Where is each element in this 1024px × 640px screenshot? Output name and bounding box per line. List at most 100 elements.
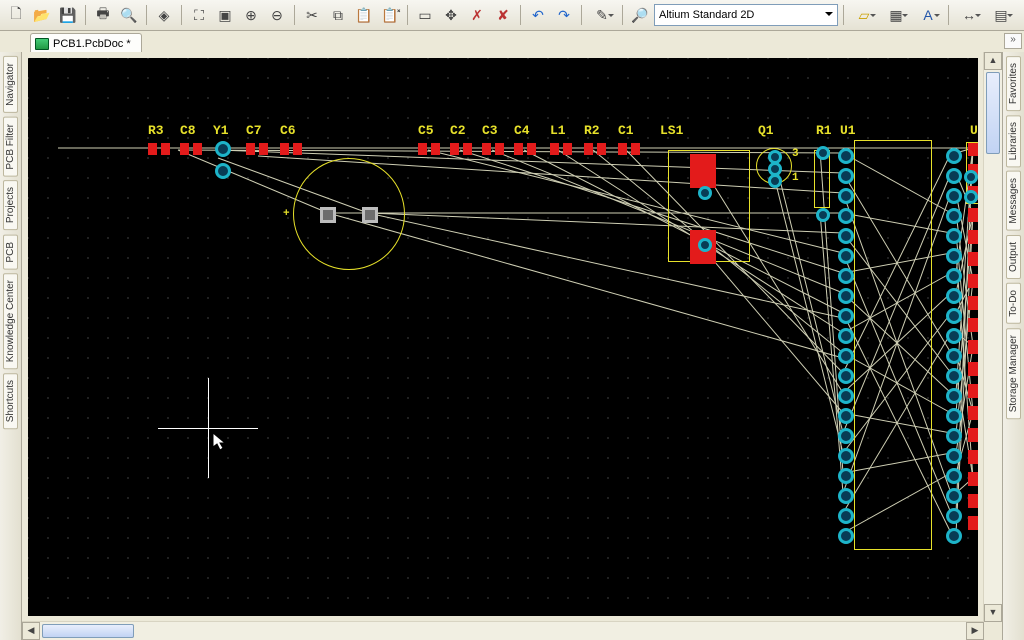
panel-tab-storage-manager[interactable]: Storage Manager bbox=[1006, 328, 1021, 419]
ref-Y1: Y1 bbox=[213, 123, 229, 138]
u1-pad-r8 bbox=[946, 308, 962, 324]
ref-C1: C1 bbox=[618, 123, 634, 138]
cut-icon[interactable]: ✂ bbox=[300, 3, 324, 27]
pad-C3-2 bbox=[495, 143, 504, 155]
u1-pad-l0 bbox=[838, 148, 854, 164]
panel-tab-messages[interactable]: Messages bbox=[1006, 171, 1021, 231]
align-dropdown-icon[interactable]: ↔ bbox=[954, 3, 984, 27]
scroll-right-icon[interactable]: ▶ bbox=[966, 622, 984, 640]
zoom-in-icon[interactable]: ⊕ bbox=[239, 3, 263, 27]
ref-LS1: LS1 bbox=[660, 123, 683, 138]
browse-icon[interactable]: 🔎 bbox=[628, 3, 652, 27]
u2-pad-9 bbox=[968, 340, 978, 354]
ls1-pad-top bbox=[690, 154, 716, 188]
doc-tab-label: PCB1.PcbDoc * bbox=[53, 38, 131, 50]
panel-tab-navigator[interactable]: Navigator bbox=[3, 56, 18, 113]
u1-pad-l8 bbox=[838, 308, 854, 324]
u1-pad-r18 bbox=[946, 508, 962, 524]
u1-pad-l13 bbox=[838, 408, 854, 424]
pad-R3-2 bbox=[161, 143, 170, 155]
u1-pad-l14 bbox=[838, 428, 854, 444]
panel-tab-pcb[interactable]: PCB bbox=[3, 235, 18, 270]
clear-icon[interactable]: ✘ bbox=[491, 3, 515, 27]
u2-pad-5 bbox=[968, 252, 978, 266]
view-config-combo[interactable]: Altium Standard 2D bbox=[654, 4, 838, 26]
tab-overflow-button[interactable]: » bbox=[1004, 33, 1022, 49]
move-icon[interactable]: ✥ bbox=[439, 3, 463, 27]
u1-pad-l11 bbox=[838, 368, 854, 384]
panel-tab-output[interactable]: Output bbox=[1006, 235, 1021, 279]
scroll-h-thumb[interactable] bbox=[42, 624, 134, 638]
new-icon[interactable]: 🗋 bbox=[4, 3, 28, 27]
select-rect-icon[interactable]: ▭ bbox=[413, 3, 437, 27]
zoom-out-icon[interactable]: ⊖ bbox=[265, 3, 289, 27]
u1-pad-r0 bbox=[946, 148, 962, 164]
panel-tab-to-do[interactable]: To-Do bbox=[1006, 283, 1021, 324]
scroll-left-icon[interactable]: ◀ bbox=[22, 622, 40, 640]
pad-C2-2 bbox=[463, 143, 472, 155]
scroll-v-thumb[interactable] bbox=[986, 72, 1000, 154]
deselect-icon[interactable]: ✗ bbox=[465, 3, 489, 27]
scrollbar-horizontal[interactable]: ◀ ▶ bbox=[22, 621, 984, 640]
panel-tab-projects[interactable]: Projects bbox=[3, 180, 18, 230]
panel-tab-favorites[interactable]: Favorites bbox=[1006, 56, 1021, 111]
copy-icon[interactable]: ⧉ bbox=[326, 3, 350, 27]
pad-R2-1 bbox=[584, 143, 593, 155]
u1-pad-r5 bbox=[946, 248, 962, 264]
u2-pad-17 bbox=[968, 516, 978, 530]
grid-dropdown-icon[interactable]: ▦ bbox=[881, 3, 911, 27]
u2-pad-10 bbox=[968, 362, 978, 376]
scroll-down-icon[interactable]: ▼ bbox=[984, 604, 1002, 622]
paste-icon[interactable]: 📋 bbox=[352, 3, 376, 27]
ref-U1: U1 bbox=[840, 123, 856, 138]
u1-pad-r12 bbox=[946, 388, 962, 404]
left-panel-bar: Navigator PCB Filter Projects PCB Knowledge … bbox=[0, 52, 22, 640]
undo-icon[interactable]: ↶ bbox=[526, 3, 550, 27]
ls1-hole-1 bbox=[698, 186, 712, 200]
panel-tab-knowledge-center[interactable]: Knowledge Center bbox=[3, 273, 18, 369]
pad-Y1-1 bbox=[215, 141, 231, 157]
u1-pad-l5 bbox=[838, 248, 854, 264]
pad-L1-1 bbox=[550, 143, 559, 155]
font-dropdown-icon[interactable]: A bbox=[913, 3, 943, 27]
u1-pad-r19 bbox=[946, 528, 962, 544]
document-tabstrip: PCB1.PcbDoc * » bbox=[0, 31, 1024, 54]
pad-C3-1 bbox=[482, 143, 491, 155]
u1-pad-r9 bbox=[946, 328, 962, 344]
print-icon[interactable]: 🖶 bbox=[91, 3, 115, 27]
redo-icon[interactable]: ↷ bbox=[552, 3, 576, 27]
doc-tab-pcb1[interactable]: PCB1.PcbDoc * bbox=[30, 33, 142, 53]
u1-pad-l12 bbox=[838, 388, 854, 404]
scroll-corner bbox=[984, 622, 1002, 640]
scrollbar-vertical[interactable]: ▲ ▼ bbox=[983, 52, 1002, 622]
save-icon[interactable]: 💾 bbox=[56, 3, 80, 27]
scroll-up-icon[interactable]: ▲ bbox=[984, 52, 1002, 70]
mode-dropdown-icon[interactable]: ✎ bbox=[587, 3, 617, 27]
pcb-canvas[interactable]: +31R3C8Y1C7C6C5C2C3C4L1R2C1LS1Q1R1U1U2 bbox=[28, 58, 978, 616]
main-toolbar: 🗋 📂 💾 🖶 🔍 ◈ ⛶ ▣ ⊕ ⊖ ✂ ⧉ 📋 📋̽ ▭ ✥ ✗ ✘ ↶ ↷… bbox=[0, 0, 1024, 31]
ref-L1: L1 bbox=[550, 123, 566, 138]
open-icon[interactable]: 📂 bbox=[30, 3, 54, 27]
ref-R2: R2 bbox=[584, 123, 600, 138]
u1-pad-l17 bbox=[838, 488, 854, 504]
pad-L1-2 bbox=[563, 143, 572, 155]
layer-dropdown-icon[interactable]: ▤ bbox=[986, 3, 1016, 27]
q1-pin3: 3 bbox=[792, 148, 799, 160]
u2-pad-16 bbox=[968, 494, 978, 508]
highlight-dropdown-icon[interactable]: ▱ bbox=[849, 3, 879, 27]
zoom-window-icon[interactable]: ⛶ bbox=[187, 3, 211, 27]
u2-pad-13 bbox=[968, 428, 978, 442]
u1-outline bbox=[854, 140, 932, 550]
zoom-fit-icon[interactable]: ▣ bbox=[213, 3, 237, 27]
panel-tab-libraries[interactable]: Libraries bbox=[1006, 115, 1021, 167]
crystal-outline bbox=[293, 158, 405, 270]
layers-icon[interactable]: ◈ bbox=[152, 3, 176, 27]
panel-tab-shortcuts[interactable]: Shortcuts bbox=[3, 373, 18, 429]
preview-icon[interactable]: 🔍 bbox=[117, 3, 141, 27]
pad-R2-2 bbox=[597, 143, 606, 155]
u1-pad-r11 bbox=[946, 368, 962, 384]
paste-special-icon[interactable]: 📋̽ bbox=[378, 3, 402, 27]
u1-pad-r7 bbox=[946, 288, 962, 304]
panel-tab-pcb-filter[interactable]: PCB Filter bbox=[3, 117, 18, 177]
u1-pad-l15 bbox=[838, 448, 854, 464]
